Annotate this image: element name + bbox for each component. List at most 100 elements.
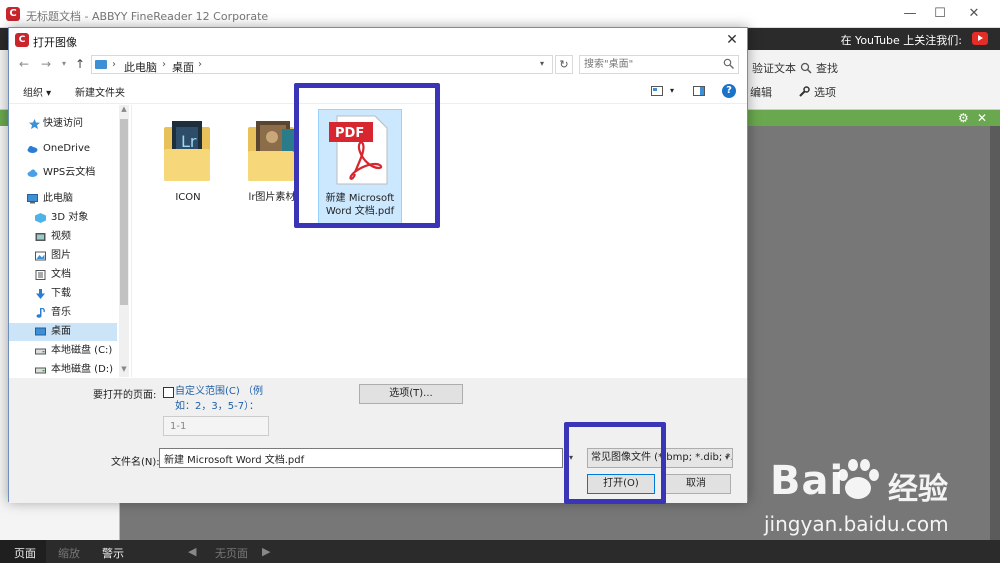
- next-page-icon[interactable]: ▶: [262, 545, 270, 558]
- breadcrumb-this-pc[interactable]: 此电脑: [124, 59, 157, 75]
- nav-item-quick-access[interactable]: 快速访问: [9, 115, 117, 133]
- nav-item-music[interactable]: 音乐: [9, 304, 117, 322]
- nav-item-label: 3D 对象: [51, 212, 89, 223]
- this-pc-icon: [95, 60, 107, 69]
- custom-range-checkbox[interactable]: [163, 387, 174, 398]
- nav-item-label: 此电脑: [43, 193, 73, 204]
- youtube-icon[interactable]: [972, 32, 988, 45]
- nav-item-drive-d[interactable]: 本地磁盘 (D:): [9, 361, 117, 377]
- star-icon: [29, 119, 40, 129]
- nav-item-desktop[interactable]: 桌面: [9, 323, 117, 341]
- new-folder-button[interactable]: 新建文件夹: [75, 84, 125, 99]
- chevron-down-icon: ▾: [724, 453, 729, 462]
- verify-text-button[interactable]: 验证文本: [752, 60, 796, 76]
- prev-page-icon[interactable]: ◀: [188, 545, 196, 558]
- video-icon: [35, 233, 46, 241]
- filename-label: 文件名(N):: [111, 457, 160, 468]
- forward-arrow-icon[interactable]: →: [39, 57, 53, 71]
- dialog-close-button[interactable]: ✕: [723, 31, 741, 49]
- refresh-icon: ↻: [559, 58, 569, 71]
- navigation-pane: 快速访问 OneDrive WPS云文档 此电脑 3D 对象 视频 图片 文档: [9, 105, 129, 377]
- cube-icon: [35, 213, 46, 223]
- recent-locations-chevron-icon[interactable]: ▾: [57, 57, 71, 71]
- chevron-right-icon[interactable]: ›: [112, 59, 116, 70]
- nav-item-label: OneDrive: [43, 143, 91, 154]
- scroll-down-icon[interactable]: ▼: [119, 365, 129, 377]
- edit-button[interactable]: 编辑: [750, 84, 772, 100]
- nav-item-label: 下载: [51, 288, 71, 299]
- gear-icon[interactable]: ⚙: [958, 110, 969, 126]
- nav-pane-scrollbar[interactable]: ▲ ▼: [119, 105, 129, 377]
- page-range-input[interactable]: [163, 416, 269, 436]
- nav-item-3d-objects[interactable]: 3D 对象: [9, 209, 117, 227]
- cancel-button[interactable]: 取消: [661, 474, 731, 494]
- file-name: ICON: [175, 192, 201, 203]
- picture-icon: [35, 251, 46, 261]
- abbyy-logo-icon: C: [6, 7, 20, 21]
- refresh-button[interactable]: ↻: [555, 55, 573, 74]
- chevron-down-icon[interactable]: ▾: [540, 59, 544, 68]
- svg-text:Lr: Lr: [181, 132, 197, 151]
- watermark-cn: 经验: [888, 472, 948, 507]
- search-field[interactable]: [579, 55, 739, 74]
- baidu-watermark: Bai 经验 jingyan.baidu.com: [730, 458, 1000, 548]
- view-options-chevron-icon[interactable]: ▾: [670, 86, 674, 95]
- nav-item-label: 音乐: [51, 307, 71, 318]
- drive-icon: [35, 367, 46, 374]
- cloud-icon: [27, 146, 38, 153]
- scroll-up-icon[interactable]: ▲: [119, 105, 129, 117]
- nav-item-this-pc[interactable]: 此电脑: [9, 190, 117, 208]
- chevron-right-icon[interactable]: ›: [162, 59, 166, 70]
- find-button[interactable]: 查找: [800, 60, 838, 76]
- nav-item-drive-c[interactable]: 本地磁盘 (C:): [9, 342, 117, 360]
- tab-warning[interactable]: 警示: [102, 545, 124, 561]
- options-button[interactable]: 选项(T)...: [359, 384, 463, 404]
- search-icon: [800, 62, 812, 74]
- edit-label: 编辑: [750, 86, 772, 99]
- nav-item-wps-cloud[interactable]: WPS云文档: [9, 164, 117, 182]
- breadcrumb-desktop[interactable]: 桌面: [172, 59, 194, 75]
- nav-scroll-thumb[interactable]: [120, 119, 128, 305]
- address-bar[interactable]: › 此电脑 › 桌面 › ▾: [91, 55, 553, 74]
- chevron-right-icon[interactable]: ›: [198, 59, 202, 70]
- page-indicator: 无页面: [215, 547, 248, 560]
- maximize-button[interactable]: ☐: [932, 6, 948, 22]
- back-arrow-icon[interactable]: ←: [17, 57, 31, 71]
- minimize-button[interactable]: —: [902, 6, 918, 22]
- up-arrow-icon[interactable]: ↑: [73, 57, 87, 71]
- preview-pane-icon[interactable]: [693, 86, 705, 96]
- search-input[interactable]: [584, 57, 719, 72]
- organize-button[interactable]: 组织 ▾: [23, 84, 51, 99]
- nav-item-videos[interactable]: 视频: [9, 228, 117, 246]
- app-titlebar: C 无标题文档 - ABBYY FineReader 12 Corporate …: [0, 0, 1000, 28]
- filename-input[interactable]: [159, 448, 563, 468]
- close-window-button[interactable]: ✕: [966, 6, 982, 22]
- tab-page[interactable]: 页面: [14, 545, 36, 561]
- pages-to-open-label: 要打开的页面:: [93, 390, 157, 401]
- file-item-folder[interactable]: Lr ICON: [146, 109, 230, 225]
- options-ribbon-button[interactable]: 选项: [798, 84, 836, 100]
- view-mode-icon[interactable]: [651, 86, 663, 96]
- tab-zoom[interactable]: 缩放: [58, 545, 80, 561]
- nav-item-downloads[interactable]: 下载: [9, 285, 117, 303]
- nav-item-documents[interactable]: 文档: [9, 266, 117, 284]
- highlight-box-open-button: [564, 422, 666, 504]
- nav-item-label: WPS云文档: [43, 167, 96, 178]
- folder-icon: Lr: [164, 121, 210, 181]
- nav-item-onedrive[interactable]: OneDrive: [9, 140, 117, 158]
- nav-item-label: 快速访问: [43, 118, 83, 129]
- dialog-titlebar: C 打开图像 ✕: [9, 28, 747, 52]
- nav-item-label: 视频: [51, 231, 71, 242]
- options-ribbon-label: 选项: [814, 86, 836, 99]
- close-pane-icon[interactable]: ✕: [977, 110, 987, 126]
- nav-item-label: 图片: [51, 250, 71, 261]
- custom-range-label[interactable]: 自定义范围(C) （例如：2，3，5-7）：: [175, 384, 271, 414]
- abbyy-dialog-icon: C: [15, 33, 29, 47]
- nav-item-pictures[interactable]: 图片: [9, 247, 117, 265]
- app-title: 无标题文档 - ABBYY FineReader 12 Corporate: [26, 10, 269, 23]
- drive-icon: [35, 348, 46, 355]
- computer-icon: [27, 194, 38, 204]
- help-icon[interactable]: ?: [722, 84, 736, 98]
- nav-item-label: 本地磁盘 (D:): [51, 364, 114, 375]
- nav-item-label: 本地磁盘 (C:): [51, 345, 113, 356]
